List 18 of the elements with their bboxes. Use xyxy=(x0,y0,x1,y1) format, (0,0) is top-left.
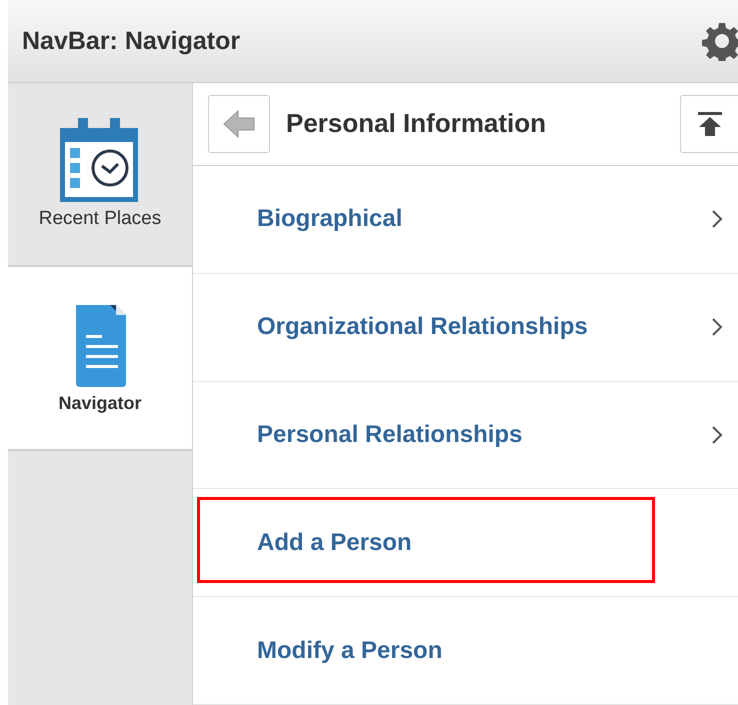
back-button[interactable] xyxy=(208,94,270,153)
menu-link[interactable]: Personal Relationships xyxy=(257,420,522,449)
navbar-title: NavBar: Navigator xyxy=(22,26,240,56)
tab-label: Navigator xyxy=(58,392,142,414)
chevron-right-icon xyxy=(710,316,724,338)
menu-link[interactable]: Add a Person xyxy=(257,528,412,557)
tab-label: Recent Places xyxy=(38,208,162,230)
menu-link[interactable]: Modify a Person xyxy=(257,636,442,665)
menu-link[interactable]: Biographical xyxy=(257,205,402,234)
left-arrow-icon xyxy=(222,108,256,139)
chevron-right-icon xyxy=(710,208,724,230)
chevron-right-icon xyxy=(710,424,724,446)
scroll-top-button[interactable] xyxy=(680,94,738,153)
arrow-to-top-icon xyxy=(696,110,722,137)
settings-icon[interactable] xyxy=(702,21,738,61)
sidebar-tab[interactable]: Navigator xyxy=(8,267,192,451)
panel-title: Personal Information xyxy=(286,108,546,140)
menu-link[interactable]: Organizational Relationships xyxy=(257,313,588,342)
